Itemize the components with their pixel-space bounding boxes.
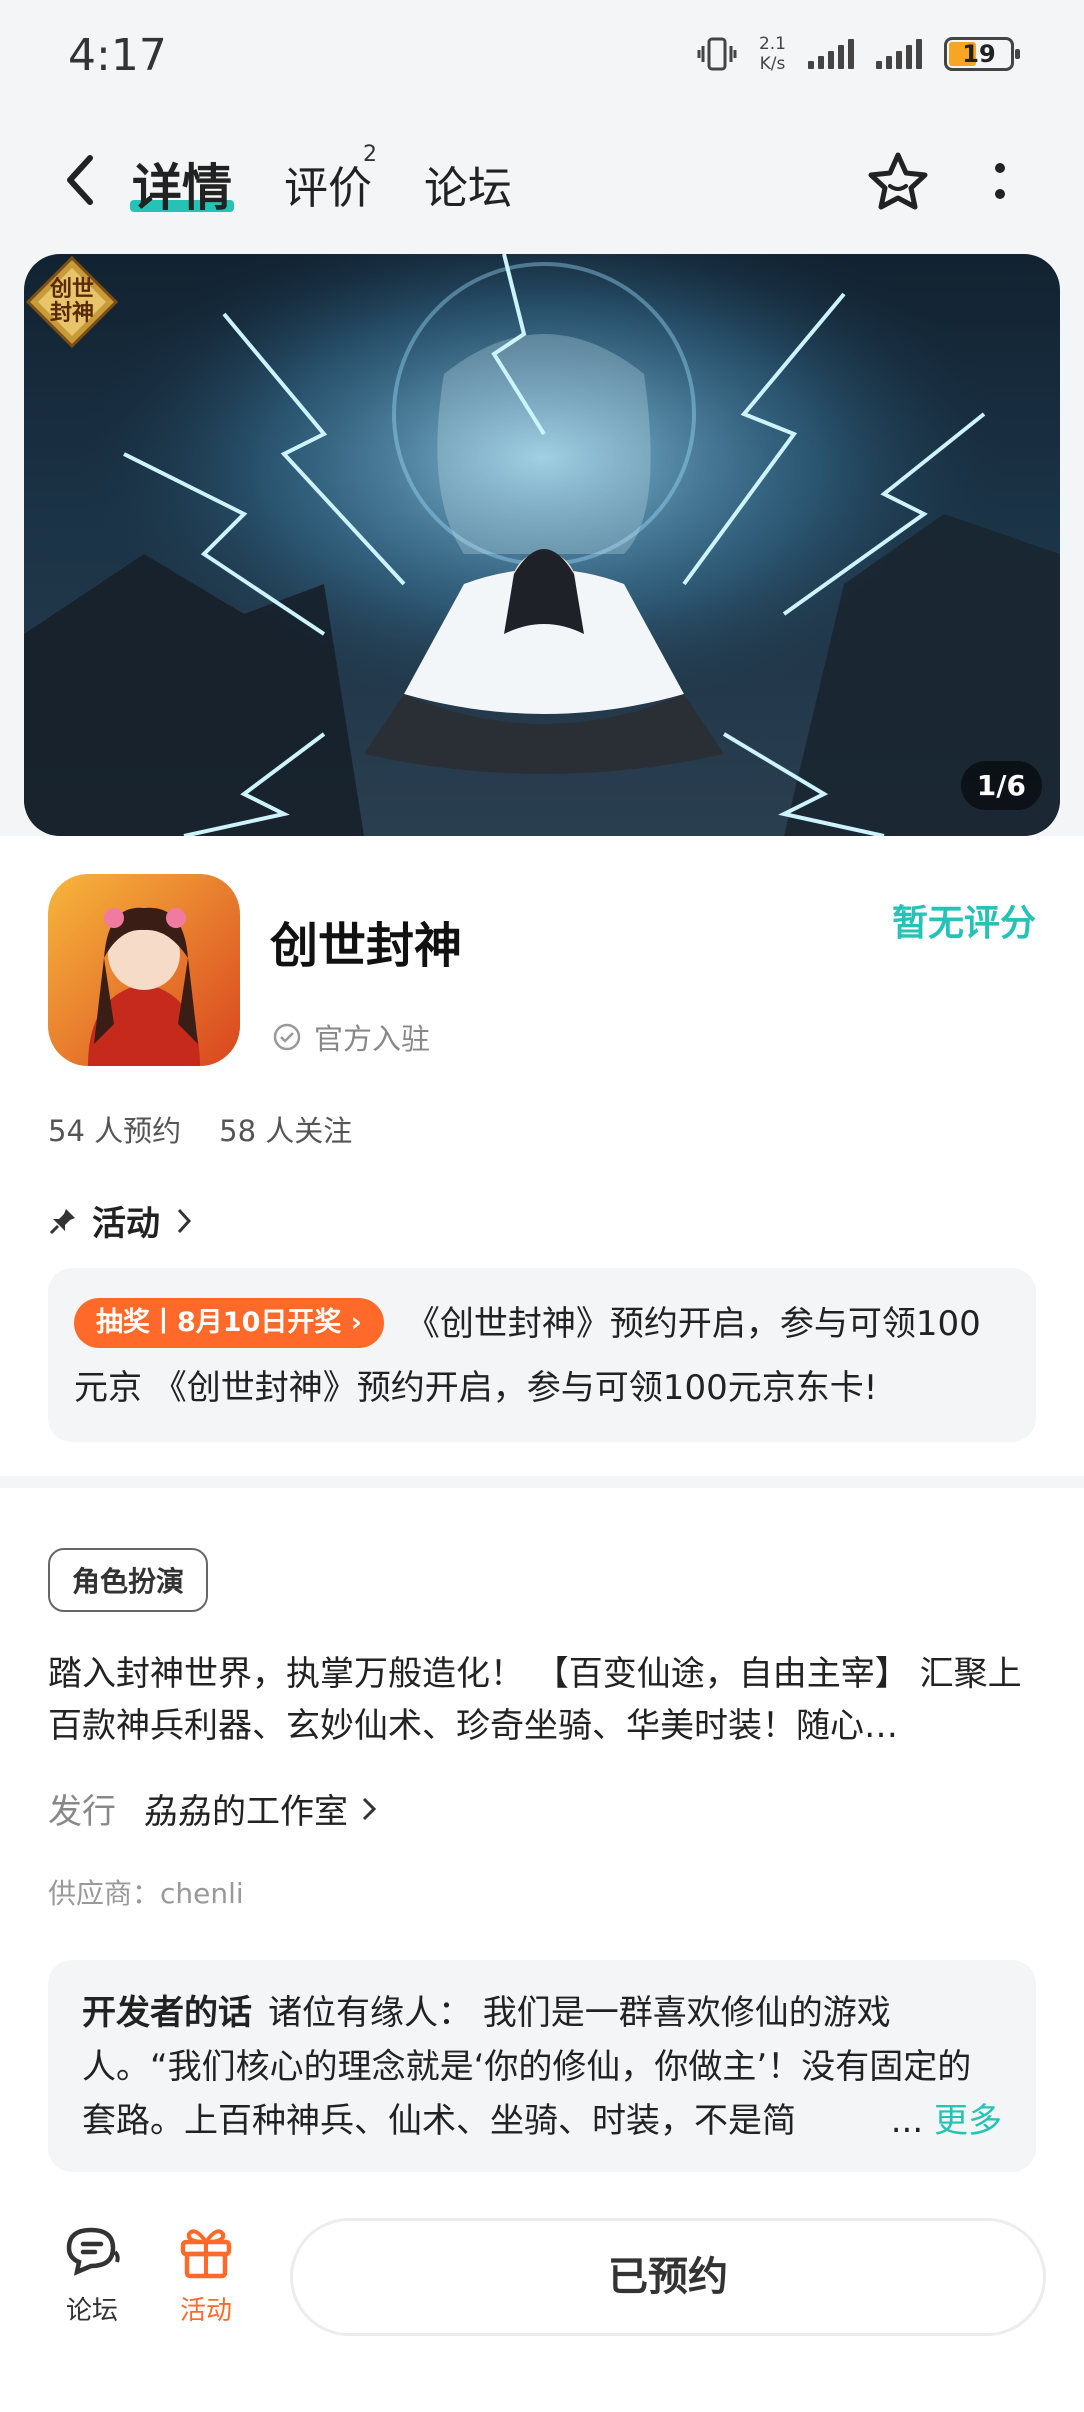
bottom-forum-button[interactable]: 论坛 xyxy=(42,2222,142,2327)
hero-carousel[interactable]: 创世 封神 1/6 xyxy=(24,254,1060,836)
genre-tag[interactable]: 角色扮演 xyxy=(48,1548,209,1612)
chevron-right-icon xyxy=(362,1797,377,1820)
bottom-action-bar: 论坛 活动 已预约 xyxy=(0,2204,1084,2412)
publisher-row[interactable]: 发行 劦劦的工作室 xyxy=(48,1784,378,1833)
net-speed: 2.1 K/s xyxy=(758,34,786,74)
chevron-right-icon xyxy=(177,1208,192,1233)
developer-note-text: 开发者的话 诸位有缘人： 我们是一群喜欢修仙的游戏人。“我们核心的理念就是‘你的修… xyxy=(82,1986,1002,2148)
bottom-activity-button[interactable]: 活动 xyxy=(156,2222,256,2327)
carousel-counter: 1/6 xyxy=(960,761,1042,810)
activity-heading: 活动 xyxy=(92,1204,160,1244)
verified-check-icon xyxy=(273,1023,301,1051)
follower-count: 58 人关注 xyxy=(219,1114,353,1148)
bottom-activity-label: 活动 xyxy=(179,2296,232,2326)
logo-text-line: 封神 xyxy=(50,300,94,326)
official-badge: 官方入驻 xyxy=(272,1016,430,1058)
status-icons: 2.1 K/s 19 xyxy=(697,34,1020,74)
more-link[interactable]: ... 更多 xyxy=(882,2094,1002,2148)
gift-icon xyxy=(180,2229,232,2279)
hero-artwork xyxy=(24,254,1060,836)
developer-note-title: 开发者的话 xyxy=(82,1993,252,2033)
reservation-count: 54 人预约 xyxy=(48,1114,182,1148)
star-icon[interactable] xyxy=(866,150,930,214)
battery-icon: 19 xyxy=(944,37,1020,71)
reviews-count-badge: 2 xyxy=(363,142,377,167)
activity-event-card[interactable]: 抽奖丨8月10日开奖 › 《创世封神》预约开启，参与可领100元京 《创世封神》预… xyxy=(48,1268,1036,1442)
clock: 4:17 xyxy=(68,30,167,81)
top-nav: 详情 评价 2 论坛 xyxy=(0,130,1084,230)
supplier-text: 供应商：chenli xyxy=(48,1877,244,1910)
developer-note[interactable]: 开发者的话 诸位有缘人： 我们是一群喜欢修仙的游戏人。“我们核心的理念就是‘你的修… xyxy=(48,1960,1036,2172)
rating-text[interactable]: 暂无评分 xyxy=(892,894,1036,946)
logo-text-line: 创世 xyxy=(49,276,94,302)
event-content: 抽奖丨8月10日开奖 › 《创世封神》预约开启，参与可领100元京 《创世封神》预… xyxy=(74,1292,1010,1420)
publisher-name: 劦劦的工作室 xyxy=(144,1792,348,1832)
game-logo-badge: 创世封神 xyxy=(25,255,119,349)
signal-1-icon xyxy=(808,39,854,69)
reserved-button[interactable]: 已预约 xyxy=(290,2218,1046,2336)
app-name: 创世封神 xyxy=(270,918,463,974)
app-icon xyxy=(48,874,240,1066)
bottom-forum-label: 论坛 xyxy=(65,2296,118,2326)
signal-2-icon xyxy=(876,39,922,69)
vibrate-icon xyxy=(697,37,737,71)
game-description[interactable]: 踏入封神世界，执掌万般造化！ 【百变仙途，自由主宰】 汇聚上百款神兵利器、玄妙仙… xyxy=(48,1648,1038,1752)
pin-icon xyxy=(49,1208,75,1234)
tab-details[interactable]: 详情 xyxy=(132,148,232,220)
app-stats: 54 人预约 58 人关注 xyxy=(48,1108,352,1150)
lottery-tag[interactable]: 抽奖丨8月10日开奖 › xyxy=(74,1298,384,1348)
status-bar: 4:17 2.1 K/s 19 xyxy=(0,0,1084,110)
tab-reviews[interactable]: 评价 xyxy=(284,152,372,216)
tab-forum[interactable]: 论坛 xyxy=(424,152,512,216)
more-vert-icon[interactable] xyxy=(990,160,1010,204)
official-label: 官方入驻 xyxy=(314,1022,431,1056)
activity-header[interactable]: 活动 xyxy=(48,1196,194,1245)
back-arrow-icon[interactable] xyxy=(60,152,100,208)
app-info-card: 创世封神 暂无评分 官方入驻 54 人预约 58 人关注 活动 抽奖丨8月10日… xyxy=(0,836,1084,1476)
publisher-label: 发行 xyxy=(48,1792,116,1832)
forum-chat-icon xyxy=(66,2227,120,2276)
